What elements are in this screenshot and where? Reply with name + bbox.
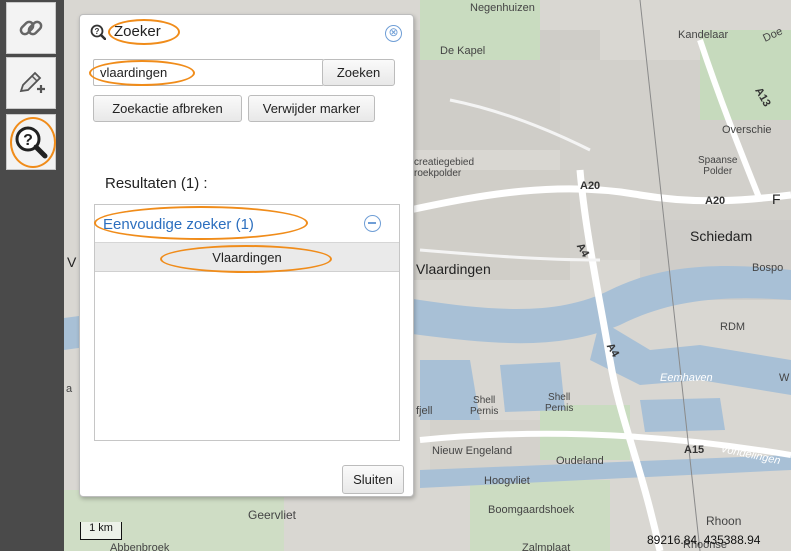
results-title: Resultaten (1) : [105,175,208,192]
map-label-shell-pernis-1: Shell Pernis [470,395,499,417]
map-label-v-edge: V [67,254,77,270]
collapse-icon[interactable] [364,215,381,232]
map-label-boomgaardshoek: Boomgaardshoek [488,504,575,516]
map-label-a20-west: A20 [580,180,601,192]
search-input[interactable] [93,59,324,86]
search-button[interactable]: Zoeken [322,59,395,86]
result-item[interactable]: Vlaardingen [95,243,399,272]
search-tool-button[interactable]: ? [6,114,56,170]
link-icon [19,20,43,36]
map-label-f: F [772,191,781,207]
map-label-shell-pernis-2: Shell Pernis [545,392,574,414]
map-label-spaanse-polder: Spaanse Polder [698,155,738,177]
map-label-bospo: Bospo [752,262,784,274]
map-label-a15: A15 [684,444,705,456]
result-group-header[interactable]: Eenvoudige zoeker (1) [95,205,399,243]
close-icon[interactable]: ⊗ [385,25,402,42]
map-label-rhoon: Rhoon [706,514,742,528]
map-label-abbenbroek: Abbenbroek [110,542,170,551]
tool-sidebar: ? [0,0,64,551]
map-label-geervliet: Geervliet [248,508,297,522]
edit-pencil-icon [19,71,45,93]
map-label-recreatiegebied: creatiegebied roekpolder [414,157,475,179]
result-group-label[interactable]: Eenvoudige zoeker (1) [103,216,254,233]
map-label-zalmplaat: Zalmplaat [522,542,571,551]
link-tool-button[interactable] [6,2,56,54]
svg-text:?: ? [95,27,100,36]
results-list: Eenvoudige zoeker (1) Vlaardingen [94,204,400,441]
map-label-negenhuizen: Negenhuizen [470,2,535,14]
map-label-a-edge: a [66,383,73,395]
edit-tool-button[interactable] [6,57,56,109]
search-help-icon: ? [15,126,48,159]
search-panel: ? Zoeker ⊗ Zoeken Zoekactie afbreken Ver… [79,14,414,497]
map-label-w-edge: W [779,372,790,384]
map-label-kandelaar: Kandelaar [678,29,729,41]
map-label-schiedam: Schiedam [690,228,753,244]
mouse-coordinates: 89216.84, 435388.94 [647,533,761,547]
abort-search-button[interactable]: Zoekactie afbreken [93,95,242,122]
close-button[interactable]: Sluiten [342,465,404,494]
map-label-hoogvliet: Hoogvliet [484,475,530,487]
svg-text:?: ? [23,132,33,149]
map-label-fjell: fjell [416,405,433,417]
map-label-oudeland: Oudeland [556,455,604,467]
map-label-de-kapel: De Kapel [440,45,486,57]
remove-marker-button[interactable]: Verwijder marker [248,95,375,122]
search-help-icon: ? [90,24,106,40]
map-label-a20-east: A20 [705,195,726,207]
map-scale-bar: 1 km [80,522,122,540]
map-label-eemhaven: Eemhaven [660,372,713,384]
map-label-overschie: Overschie [722,124,772,136]
map-label-vlaardingen: Vlaardingen [416,261,491,277]
map-label-nieuw-engeland: Nieuw Engeland [432,445,513,457]
map-label-rdm: RDM [720,321,746,333]
panel-title: Zoeker [114,23,161,40]
